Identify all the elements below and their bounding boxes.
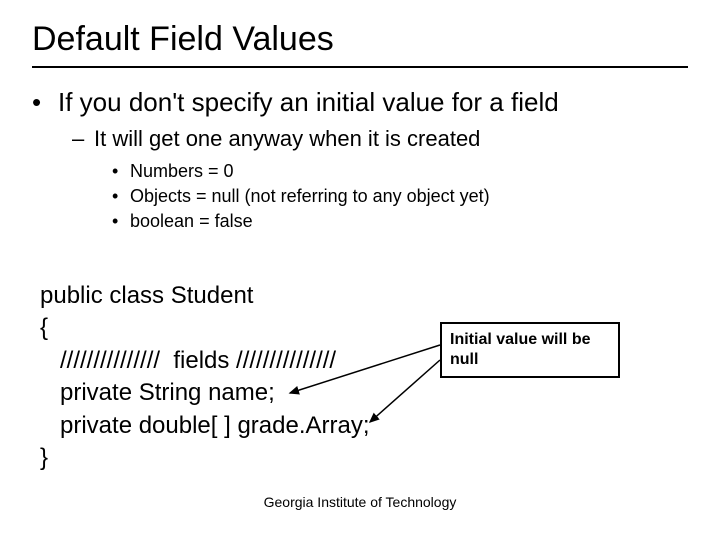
- code-line-3: /////////////// fields ///////////////: [40, 347, 336, 374]
- bullet-l1-text: If you don't specify an initial value fo…: [58, 87, 559, 117]
- bullet-l2-text: It will get one anyway when it is create…: [94, 126, 480, 151]
- bullet-list: If you don't specify an initial value fo…: [32, 86, 672, 235]
- bullet-l3c-text: boolean = false: [130, 211, 253, 231]
- bullet-l3a-text: Numbers = 0: [130, 161, 234, 181]
- title-underline: [32, 66, 688, 68]
- callout-box: Initial value will be null: [440, 322, 620, 378]
- code-line-1: public class Student: [40, 282, 253, 309]
- code-line-6: }: [40, 444, 48, 471]
- slide: Default Field Values If you don't specif…: [0, 0, 720, 540]
- callout-text: Initial value will be null: [450, 331, 590, 368]
- bullet-l3b-text: Objects = null (not referring to any obj…: [130, 186, 490, 206]
- bullet-l3b: Objects = null (not referring to any obj…: [112, 184, 672, 209]
- code-line-5: private double[ ] grade.Array;: [40, 412, 370, 439]
- bullet-l2: It will get one anyway when it is create…: [72, 125, 672, 235]
- bullet-l1: If you don't specify an initial value fo…: [32, 86, 672, 235]
- bullet-l3a: Numbers = 0: [112, 159, 672, 184]
- code-line-4: private String name;: [40, 379, 275, 406]
- slide-title: Default Field Values: [32, 20, 334, 59]
- code-line-2: {: [40, 314, 48, 341]
- bullet-l3c: boolean = false: [112, 209, 672, 234]
- slide-footer: Georgia Institute of Technology: [0, 494, 720, 510]
